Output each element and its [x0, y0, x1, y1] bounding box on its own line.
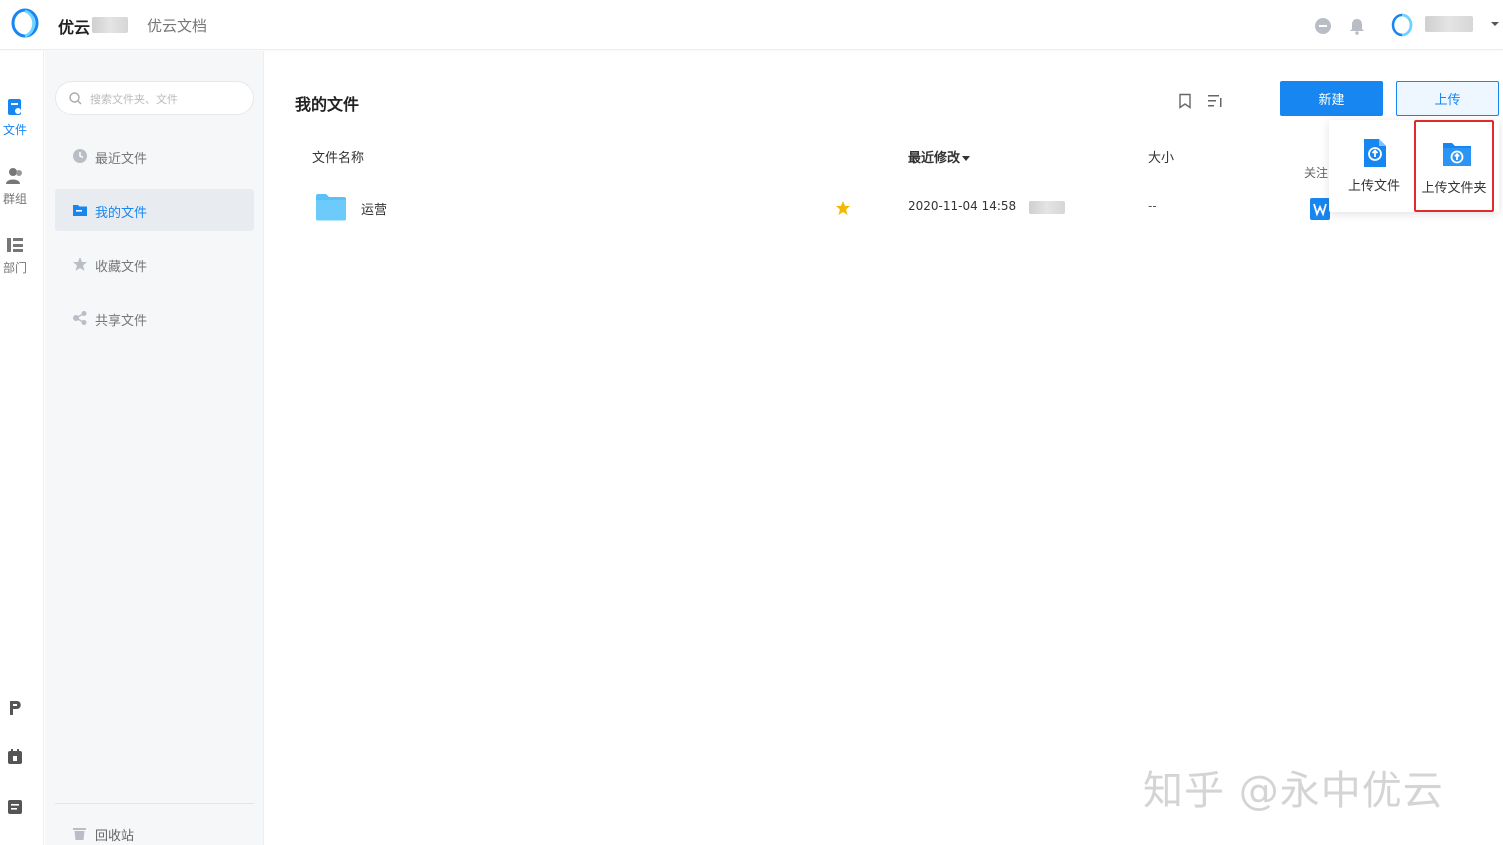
calendar-icon[interactable]: [6, 748, 24, 766]
department-icon: [7, 238, 23, 252]
file-name[interactable]: 运营: [361, 199, 387, 218]
folder-icon: [316, 194, 346, 221]
upload-menu: 上传文件 上传文件夹: [1329, 120, 1499, 212]
rail-item-label: 部门: [2, 261, 27, 275]
sort-icon[interactable]: [1207, 93, 1223, 109]
bookmark-icon[interactable]: [1177, 93, 1193, 109]
table-row[interactable]: 运营 2020-11-04 14:58 --: [295, 181, 1395, 233]
app-logo-icon[interactable]: [11, 8, 39, 38]
top-bar: 优云 优云文档: [0, 0, 1503, 50]
sort-caret-icon: [962, 156, 971, 161]
sidebar-item-favorites[interactable]: 收藏文件: [55, 243, 254, 285]
chevron-down-icon[interactable]: [1490, 20, 1500, 28]
upload-folder-label: 上传文件夹: [1421, 181, 1487, 196]
sidebar-item-label: 我的文件: [95, 206, 148, 221]
star-icon: [73, 257, 87, 271]
upload-file-option[interactable]: 上传文件: [1334, 120, 1414, 212]
rail-item-groups[interactable]: 群组: [0, 167, 30, 207]
main-content: 我的文件 新建 上传 文件名称 最近修改 大小 关注 运营 2020-11-04…: [265, 51, 1503, 845]
search-input[interactable]: [90, 89, 245, 109]
document-app-icon[interactable]: [1310, 198, 1330, 220]
group-icon: [6, 168, 22, 184]
recycle-bin-label: 回收站: [95, 829, 135, 844]
column-header-size[interactable]: 大小: [1148, 147, 1174, 166]
share-icon: [73, 311, 87, 325]
star-icon[interactable]: [835, 200, 851, 216]
search-icon: [69, 92, 82, 105]
page-title: 我的文件: [295, 95, 360, 114]
avatar-logo-icon[interactable]: [1391, 13, 1413, 37]
p-icon[interactable]: [6, 699, 24, 717]
sidebar: 最近文件 我的文件 收藏文件 共享文件 回收站: [45, 51, 264, 845]
column-header-label: 文件名称: [312, 151, 365, 166]
column-header-name[interactable]: 文件名称: [312, 147, 364, 166]
app-name[interactable]: 优云文档: [147, 15, 207, 36]
chat-icon[interactable]: [1314, 17, 1332, 35]
trash-icon: [73, 828, 86, 840]
column-header-label: 大小: [1148, 151, 1175, 166]
upload-button[interactable]: 上传: [1396, 81, 1499, 116]
rail-item-label: 群组: [2, 192, 27, 206]
org-name: 优云: [58, 18, 91, 37]
rail-item-label: 文件: [2, 123, 27, 137]
sidebar-item-recent[interactable]: 最近文件: [55, 135, 254, 177]
search-box[interactable]: [55, 81, 254, 115]
new-button[interactable]: 新建: [1280, 81, 1383, 116]
redacted-modifier-name: [1029, 201, 1065, 214]
redacted-org-suffix: [92, 17, 128, 33]
folder-icon: [73, 205, 87, 216]
note-icon[interactable]: [6, 798, 24, 816]
sidebar-item-shared[interactable]: 共享文件: [55, 297, 254, 339]
sidebar-divider: [55, 803, 254, 804]
sidebar-item-my-files[interactable]: 我的文件: [55, 189, 254, 231]
rail-item-files[interactable]: 文件: [0, 98, 30, 138]
sidebar-item-label: 共享文件: [95, 314, 148, 329]
file-icon: [8, 99, 21, 115]
column-header-modified[interactable]: 最近修改: [908, 147, 971, 166]
sidebar-item-label: 收藏文件: [95, 260, 148, 275]
watermark: 知乎 @永中优云: [1143, 768, 1444, 814]
redacted-user-name: [1425, 16, 1473, 32]
column-header-follow[interactable]: 关注: [1304, 164, 1328, 181]
file-size: --: [1148, 199, 1157, 213]
upload-file-icon: [1364, 139, 1386, 167]
rail-item-departments[interactable]: 部门: [0, 236, 30, 276]
sidebar-item-label: 最近文件: [95, 152, 148, 167]
column-header-label: 最近修改: [908, 151, 961, 166]
modified-date: 2020-11-04 14:58: [908, 199, 1017, 213]
app-rail: 文件 群组 部门: [0, 51, 44, 845]
upload-folder-icon: [1443, 143, 1471, 166]
upload-folder-option[interactable]: 上传文件夹: [1414, 120, 1494, 212]
upload-file-label: 上传文件: [1347, 179, 1400, 194]
bell-icon[interactable]: [1348, 17, 1366, 35]
clock-icon: [73, 149, 87, 163]
